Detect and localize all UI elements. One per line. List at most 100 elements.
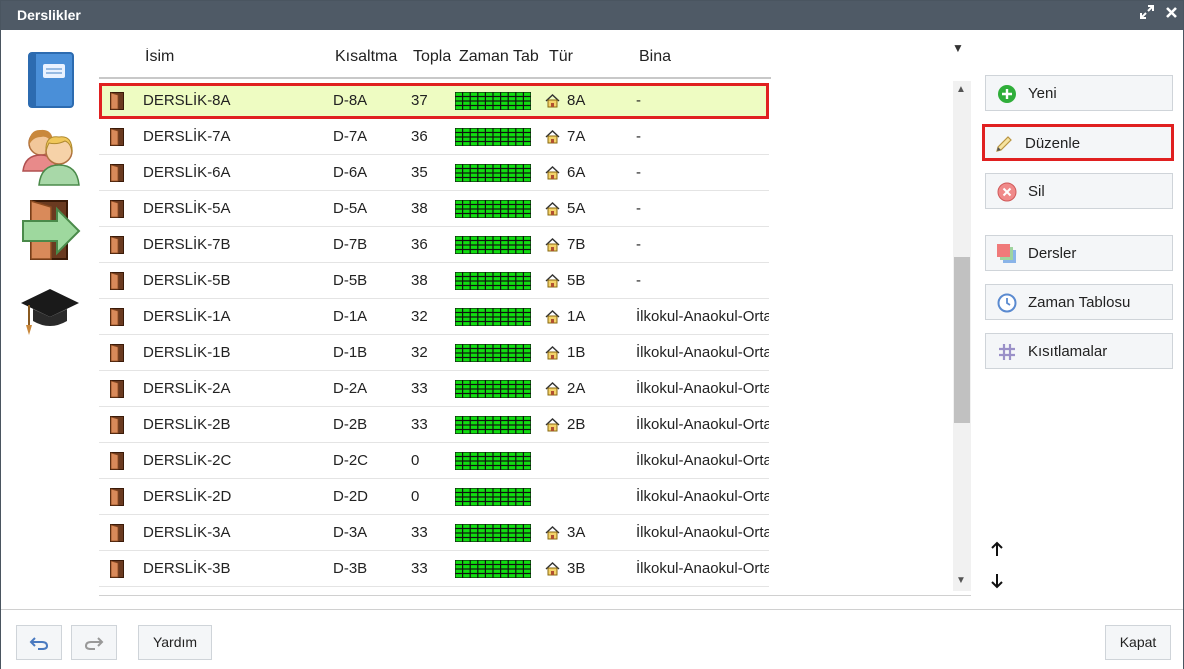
timetable-grid-icon[interactable]	[455, 560, 531, 578]
timetable-button-label: Zaman Tablosu	[1028, 294, 1131, 311]
move-up-icon[interactable]	[990, 541, 1004, 562]
classrooms-dialog: Derslikler İsim Kısaltma Topla Zaman Tab…	[0, 0, 1184, 669]
graduation-cap-icon[interactable]	[19, 283, 81, 339]
cell-type: 7B	[567, 236, 586, 253]
constraints-button[interactable]: Kısıtlamalar	[985, 333, 1173, 369]
book-icon[interactable]	[25, 51, 77, 109]
timetable-grid-icon[interactable]	[455, 416, 531, 434]
cell-building: İlkokul-Anaokul-Orta	[636, 560, 769, 577]
teachers-icon[interactable]	[21, 125, 81, 187]
scroll-down-icon[interactable]: ▼	[956, 575, 966, 586]
cell-type: 6A	[567, 164, 586, 181]
cell-name: DERSLİK-2A	[143, 380, 231, 397]
edit-button[interactable]: Düzenle	[982, 124, 1174, 161]
help-button[interactable]: Yardım	[138, 625, 212, 660]
table-row[interactable]: DERSLİK-3B D-3B 33 3B İlkokul-Anaokul-Orta	[99, 551, 769, 587]
table-row[interactable]: DERSLİK-2B D-2B 33 2B İlkokul-Anaokul-Orta	[99, 407, 769, 443]
table-row[interactable]: DERSLİK-7B D-7B 36 7B -	[99, 227, 769, 263]
table-row[interactable]: DERSLİK-5B D-5B 38 5B -	[99, 263, 769, 299]
dialog-footer: Yardım Kapat	[1, 609, 1183, 669]
timetable-grid-icon[interactable]	[455, 524, 531, 542]
new-button-label: Yeni	[1028, 85, 1057, 102]
timetable-grid-icon[interactable]	[455, 200, 531, 218]
grid-scrollbar[interactable]: ▲ ▼	[953, 81, 971, 591]
column-header-name[interactable]: İsim	[145, 48, 295, 66]
table-row[interactable]: DERSLİK-5A D-5A 38 5A -	[99, 191, 769, 227]
cell-building: İlkokul-Anaokul-Orta	[636, 524, 769, 541]
delete-button[interactable]: Sil	[985, 173, 1173, 209]
scroll-up-icon[interactable]: ▲	[956, 84, 966, 95]
door-icon	[110, 452, 124, 470]
cell-short: D-7A	[333, 128, 368, 145]
table-row-selected[interactable]: DERSLİK-8A D-8A 37 8A -	[99, 83, 769, 119]
timetable-grid-icon[interactable]	[455, 344, 531, 362]
table-row[interactable]: DERSLİK-2C D-2C 0 İlkokul-Anaokul-Orta	[99, 443, 769, 479]
move-down-icon[interactable]	[990, 573, 1004, 594]
door-icon	[110, 380, 124, 398]
cell-short: D-1B	[333, 344, 368, 361]
table-row[interactable]: DERSLİK-7A D-7A 36 7A -	[99, 119, 769, 155]
cell-short: D-1A	[333, 308, 368, 325]
cell-name: DERSLİK-3A	[143, 524, 231, 541]
timetable-grid-icon[interactable]	[455, 272, 531, 290]
column-menu-caret-icon[interactable]: ▼	[952, 41, 964, 55]
column-header-timetable[interactable]: Zaman Tab	[459, 48, 539, 66]
table-row[interactable]: DERSLİK-1A D-1A 32 1A İlkokul-Anaokul-Orta	[99, 299, 769, 335]
cell-short: D-5B	[333, 272, 368, 289]
cell-short: D-2B	[333, 416, 368, 433]
column-header-type[interactable]: Tür	[549, 48, 609, 66]
column-header-short[interactable]: Kısaltma	[335, 48, 403, 66]
undo-icon	[29, 634, 49, 651]
expand-icon[interactable]	[1137, 5, 1157, 25]
cell-name: DERSLİK-1B	[143, 344, 231, 361]
house-icon	[545, 418, 560, 432]
close-button[interactable]: Kapat	[1105, 625, 1171, 660]
cell-total: 38	[411, 272, 428, 289]
cell-type: 5B	[567, 272, 586, 289]
table-row[interactable]: DERSLİK-3A D-3A 33 3A İlkokul-Anaokul-Orta	[99, 515, 769, 551]
cell-total: 0	[411, 488, 420, 505]
cell-name: DERSLİK-1A	[143, 308, 231, 325]
delete-button-label: Sil	[1028, 183, 1045, 200]
column-header-building[interactable]: Bina	[639, 48, 759, 66]
timetable-grid-icon[interactable]	[455, 380, 531, 398]
timetable-grid-icon[interactable]	[455, 92, 531, 110]
lessons-button[interactable]: Dersler	[985, 235, 1173, 271]
timetable-grid-icon[interactable]	[455, 308, 531, 326]
cell-total: 38	[411, 200, 428, 217]
timetable-grid-icon[interactable]	[455, 236, 531, 254]
door-icon	[110, 128, 124, 146]
table-row[interactable]: DERSLİK-6A D-6A 35 6A -	[99, 155, 769, 191]
cell-name: DERSLİK-3B	[143, 560, 231, 577]
cell-name: DERSLİK-7B	[143, 236, 231, 253]
new-button[interactable]: Yeni	[985, 75, 1173, 111]
cell-type: 2B	[567, 416, 586, 433]
scrollbar-thumb[interactable]	[954, 257, 970, 423]
cell-total: 35	[411, 164, 428, 181]
cell-total: 33	[411, 524, 428, 541]
close-icon[interactable]	[1161, 5, 1181, 25]
classroom-door-icon[interactable]	[21, 197, 81, 263]
undo-button[interactable]	[16, 625, 62, 660]
timetable-grid-icon[interactable]	[455, 128, 531, 146]
cell-name: DERSLİK-8A	[143, 92, 231, 109]
classrooms-grid: DERSLİK-8A D-8A 37 8A - DERSLİK-7A D-7A 36 7A - DE…	[99, 83, 771, 593]
lessons-button-label: Dersler	[1028, 245, 1077, 262]
cell-short: D-3B	[333, 560, 368, 577]
timetable-grid-icon[interactable]	[455, 164, 531, 182]
cell-type: 3A	[567, 524, 586, 541]
redo-button[interactable]	[71, 625, 117, 660]
table-row[interactable]: DERSLİK-1B D-1B 32 1B İlkokul-Anaokul-Orta	[99, 335, 769, 371]
cell-building: İlkokul-Anaokul-Orta	[636, 416, 769, 433]
window-title: Derslikler	[17, 7, 81, 23]
cell-short: D-7B	[333, 236, 368, 253]
cell-type: 1A	[567, 308, 586, 325]
timetable-grid-icon[interactable]	[455, 488, 531, 506]
cell-name: DERSLİK-2C	[143, 452, 232, 469]
table-row[interactable]: DERSLİK-2D D-2D 0 İlkokul-Anaokul-Orta	[99, 479, 769, 515]
timetable-grid-icon[interactable]	[455, 452, 531, 470]
timetable-button[interactable]: Zaman Tablosu	[985, 284, 1173, 320]
table-row[interactable]: DERSLİK-2A D-2A 33 2A İlkokul-Anaokul-Orta	[99, 371, 769, 407]
cell-total: 33	[411, 380, 428, 397]
column-header-total[interactable]: Topla	[413, 48, 451, 66]
